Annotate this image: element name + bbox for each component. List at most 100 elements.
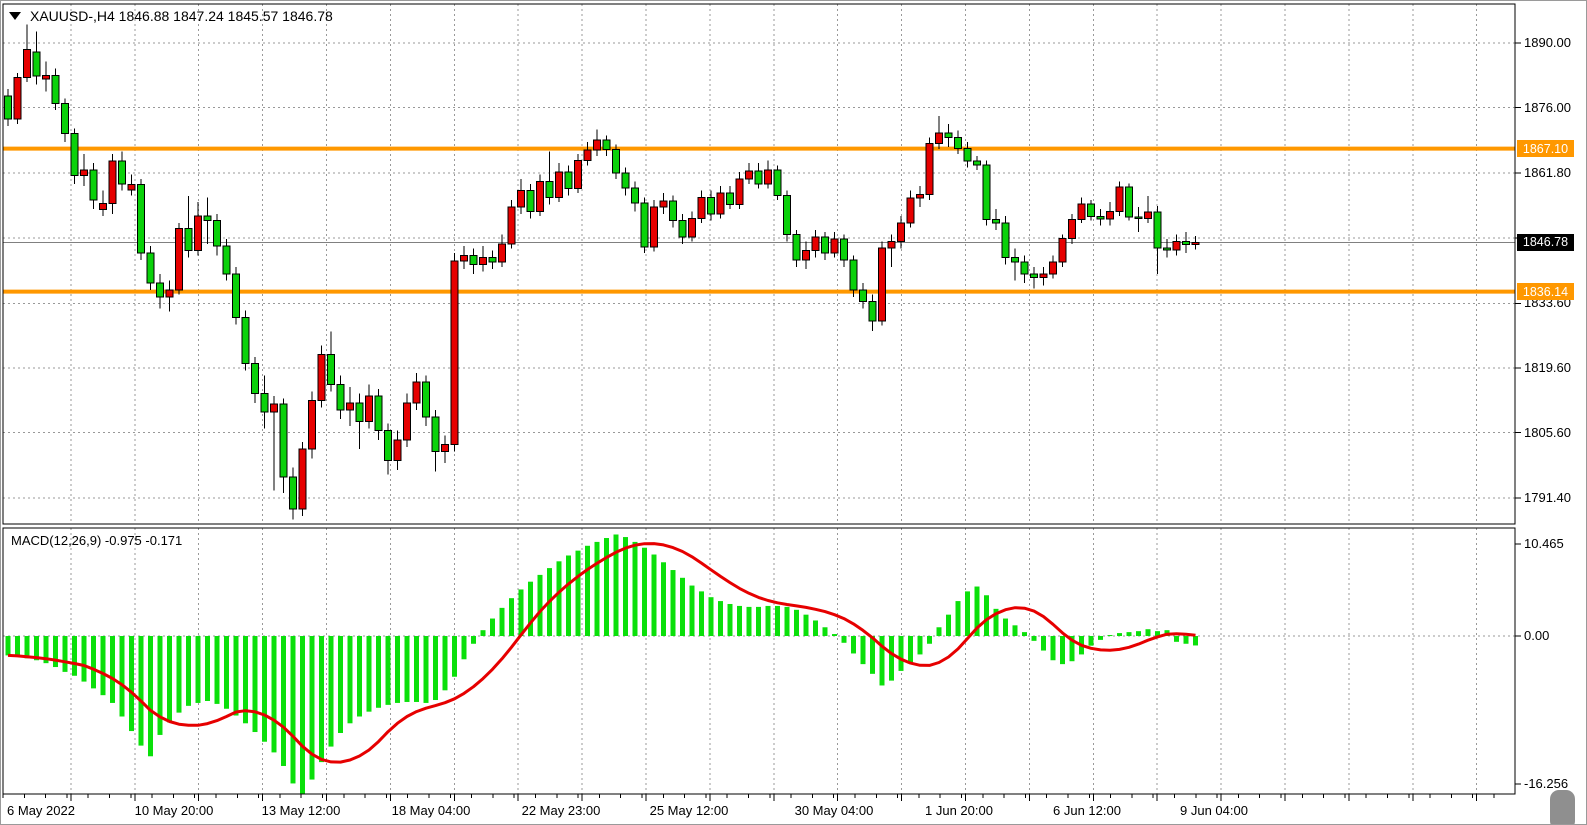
macd-bar: [595, 542, 600, 636]
macd-bar: [1127, 632, 1132, 636]
macd-bar: [490, 619, 495, 636]
candle-body: [917, 194, 924, 198]
macd-bar: [120, 636, 125, 717]
macd-bar: [937, 627, 942, 636]
macd-bar: [310, 636, 315, 780]
macd-bar: [557, 561, 562, 636]
macd-bar: [642, 548, 647, 636]
candle-body: [1097, 217, 1104, 219]
macd-axis-zero-label: 0.00: [1524, 628, 1549, 643]
macd-bar: [576, 551, 581, 636]
time-axis-label: 6 May 2022: [7, 803, 75, 818]
candle-body: [955, 138, 962, 149]
macd-bar: [1051, 636, 1056, 660]
candle-body: [1126, 187, 1133, 217]
macd-bar: [500, 608, 505, 636]
macd-bar: [566, 555, 571, 636]
macd-bar: [718, 601, 723, 636]
macd-bar: [737, 606, 742, 636]
candle-body: [375, 396, 382, 431]
macd-bar: [319, 636, 324, 762]
chevron-down-icon[interactable]: [9, 12, 21, 20]
candle-body: [261, 394, 268, 412]
candle-body: [432, 417, 439, 452]
candle-body: [233, 274, 240, 318]
candle-body: [679, 221, 686, 237]
candle-body: [5, 96, 12, 119]
candle-body: [52, 75, 59, 103]
candle-body: [594, 140, 601, 150]
macd-bar: [443, 636, 448, 690]
macd-bar: [794, 610, 799, 636]
macd-bar: [1174, 636, 1179, 642]
candle-body: [793, 235, 800, 260]
macd-bar: [946, 615, 951, 636]
candle-body: [508, 207, 515, 244]
candle-body: [1088, 204, 1095, 216]
macd-axis-min-label: -16.256: [1524, 776, 1568, 791]
macd-bar: [158, 636, 163, 735]
candle-body: [831, 239, 838, 253]
macd-bar: [1060, 636, 1065, 664]
candle-body: [90, 170, 97, 200]
candle-body: [62, 103, 69, 133]
candle-body: [204, 216, 211, 221]
macd-bar: [965, 591, 970, 636]
chart-grid: [3, 4, 1515, 794]
macd-bar: [528, 582, 533, 636]
candle-body: [119, 161, 126, 184]
macd-bar: [823, 627, 828, 636]
candle-body: [242, 318, 249, 364]
candle-body: [869, 301, 876, 320]
resistance-price-label: 1867.10: [1517, 140, 1574, 157]
macd-bar: [509, 598, 514, 636]
candle-body: [166, 290, 173, 297]
macd-bar: [129, 636, 134, 731]
time-axis-label: 25 May 12:00: [650, 803, 729, 818]
candle-body: [128, 185, 135, 190]
current-price-label: 1846.78: [1517, 234, 1574, 251]
macd-bar: [984, 595, 989, 636]
candle-body: [546, 181, 553, 197]
time-axis-label: 1 Jun 20:00: [925, 803, 993, 818]
candle-body: [480, 258, 487, 265]
time-axis-label: 10 May 20:00: [135, 803, 214, 818]
candle-body: [309, 401, 316, 449]
price-tick-label: 1890.00: [1524, 35, 1571, 50]
candle-body: [575, 161, 582, 189]
macd-bar: [775, 606, 780, 636]
candle-body: [926, 144, 933, 195]
macd-bar: [699, 591, 704, 636]
candle-body: [698, 198, 705, 219]
macd-bar: [680, 578, 685, 636]
macd-bar: [110, 636, 115, 703]
macd-bar: [918, 636, 923, 654]
candle-body: [1021, 262, 1028, 274]
candle-body: [708, 198, 715, 214]
candle-body: [850, 260, 857, 290]
candle-body: [81, 170, 88, 176]
candle-body: [632, 188, 639, 203]
candle-body: [157, 283, 164, 297]
macd-bar: [452, 636, 457, 677]
macd-bar: [348, 636, 353, 723]
candle-body: [1135, 217, 1142, 218]
macd-bar: [1032, 636, 1037, 641]
candle-body: [1069, 219, 1076, 238]
scrollbar-thumb[interactable]: [1550, 790, 1575, 825]
macd-bar: [462, 636, 467, 659]
candle-body: [423, 382, 430, 417]
candle-body: [907, 198, 914, 223]
candle-body: [1192, 242, 1199, 244]
candle-body: [328, 355, 335, 385]
macd-bar: [842, 636, 847, 643]
candle-body: [499, 244, 506, 262]
macd-histogram: [6, 534, 1199, 793]
candle-body: [964, 149, 971, 161]
macd-bar: [405, 636, 410, 702]
candle-body: [252, 364, 259, 394]
chart-canvas[interactable]: [1, 1, 1587, 825]
macd-bar: [386, 636, 391, 705]
candle-body: [993, 219, 1000, 223]
symbol-header: XAUUSD-,H4 1846.88 1847.24 1845.57 1846.…: [9, 8, 333, 24]
